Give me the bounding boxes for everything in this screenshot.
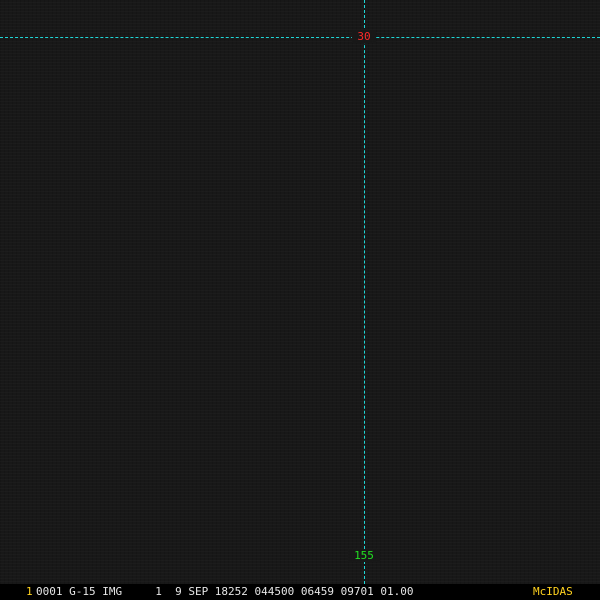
mcidas-brand-label: McIDAS: [533, 585, 573, 598]
satellite-image-area[interactable]: 30 155: [0, 0, 600, 584]
latitude-grid-line: [0, 37, 600, 38]
longitude-grid-line: [364, 0, 365, 584]
image-info-text: 0001 G-15 IMG 1 9 SEP 18252 044500 06459…: [36, 585, 414, 598]
latitude-label: 30: [352, 30, 376, 43]
image-status-bar: 1 0001 G-15 IMG 1 9 SEP 18252 044500 064…: [0, 584, 600, 600]
longitude-label: 155: [348, 549, 380, 562]
frame-number: 1: [26, 585, 33, 598]
satellite-image-viewport[interactable]: 30 155 1 0001 G-15 IMG 1 9 SEP 18252 044…: [0, 0, 600, 600]
